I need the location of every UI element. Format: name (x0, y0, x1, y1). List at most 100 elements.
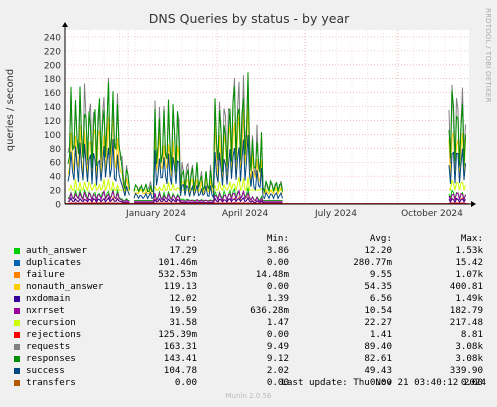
legend-label: rejections (26, 329, 82, 340)
legend-label: success (26, 365, 65, 376)
y-tick-label: 220 (44, 47, 61, 57)
legend-max: 1.53k (455, 245, 483, 256)
legend-row-requests: requests 163.31 9.49 89.40 3.08k (14, 341, 489, 353)
legend-swatch (14, 296, 20, 302)
legend-row-duplicates: duplicates 101.46m 0.00 280.77m 15.42 (14, 257, 489, 269)
legend-avg: 82.61 (364, 353, 392, 364)
legend-swatch (14, 320, 20, 326)
legend-max: 217.48 (449, 317, 483, 328)
legend-label: recursion (26, 317, 76, 328)
legend-header-avg: Avg: (369, 233, 392, 244)
legend-max: 400.81 (449, 281, 483, 292)
legend-cur: 0.00 (174, 377, 197, 388)
legend-avg: 49.43 (364, 365, 392, 376)
legend-swatch (14, 332, 20, 338)
legend-cur: 17.29 (169, 245, 197, 256)
legend-swatch (14, 284, 20, 290)
last-update: Last update: Thu Nov 21 03:40:12 2024 (281, 377, 486, 388)
y-tick-label: 120 (44, 117, 61, 127)
x-ticks: January 2024 April 2024 July 2024 October 2… (125, 209, 463, 219)
legend-avg: 10.54 (364, 305, 392, 316)
legend-row-nonauth_answer: nonauth_answer 119.13 0.00 54.35 400.81 (14, 281, 489, 293)
legend-avg: 9.55 (369, 269, 392, 280)
legend-swatch (14, 344, 20, 350)
rrdtool-credit: RRDTOOL / TOBI OETIKER (484, 8, 492, 103)
legend-row-nxrrset: nxrrset 19.59 636.28m 10.54 182.79 (14, 305, 489, 317)
legend-max: 15.42 (455, 257, 483, 268)
legend-header: Cur: Min: Avg: Max: (14, 233, 489, 245)
legend-row-failure: failure 532.53m 14.48m 9.55 1.07k (14, 269, 489, 281)
legend-label: transfers (26, 377, 76, 388)
legend-label: failure (26, 269, 65, 280)
legend-row-auth_answer: auth_answer 17.29 3.86 12.20 1.53k (14, 245, 489, 257)
legend-swatch (14, 308, 20, 314)
legend-max: 3.08k (455, 341, 483, 352)
legend-label: auth_answer (26, 245, 87, 256)
y-tick-label: 0 (55, 201, 61, 211)
x-tick-label: October 2024 (401, 209, 463, 219)
legend-swatch (14, 380, 20, 386)
y-tick-label: 20 (50, 187, 62, 197)
y-tick-label: 200 (44, 61, 61, 71)
legend-avg: 12.20 (364, 245, 392, 256)
chart: DNS Queries by status - by year queries … (5, 11, 476, 219)
y-tick-label: 40 (50, 173, 62, 183)
legend-max: 182.79 (449, 305, 483, 316)
legend-min: 14.48m (255, 269, 289, 280)
legend-cur: 12.02 (169, 293, 197, 304)
legend-header-max: Max: (460, 233, 483, 244)
y-tick-label: 100 (44, 131, 61, 141)
y-tick-label: 160 (44, 89, 61, 99)
legend-cur: 119.13 (163, 281, 197, 292)
legend-cur: 532.53m (158, 269, 197, 280)
legend-min: 2.02 (266, 365, 289, 376)
y-tick-label: 80 (50, 145, 62, 155)
legend-swatch (14, 248, 20, 254)
legend-swatch (14, 272, 20, 278)
legend-swatch (14, 368, 20, 374)
legend-avg: 22.27 (364, 317, 392, 328)
legend-min: 1.47 (266, 317, 289, 328)
legend-cur: 101.46m (158, 257, 197, 268)
legend-max: 1.07k (455, 269, 483, 280)
legend-min: 0.00 (266, 257, 289, 268)
legend-label: nonauth_answer (26, 281, 104, 292)
legend-avg: 89.40 (364, 341, 392, 352)
legend-header-min: Min: (266, 233, 289, 244)
chart-title: DNS Queries by status - by year (149, 11, 350, 26)
y-tick-label: 60 (50, 159, 62, 169)
legend-label: duplicates (26, 257, 82, 268)
x-tick-label: July 2024 (314, 209, 357, 219)
legend-label: requests (26, 341, 71, 352)
legend-max: 1.49k (455, 293, 483, 304)
legend-row-nxdomain: nxdomain 12.02 1.39 6.56 1.49k (14, 293, 489, 305)
y-axis-label: queries / second (5, 69, 16, 151)
y-tick-label: 180 (44, 75, 61, 85)
legend-swatch (14, 356, 20, 362)
legend-row-success: success 104.78 2.02 49.43 339.90 (14, 365, 489, 377)
legend-swatch (14, 260, 20, 266)
legend-label: responses (26, 353, 76, 364)
legend-label: nxrrset (26, 305, 65, 316)
munin-version: Munin 2.0.56 (225, 392, 272, 400)
legend-min: 9.49 (266, 341, 289, 352)
legend-avg: 1.41 (369, 329, 392, 340)
legend-avg: 6.56 (369, 293, 392, 304)
legend-min: 1.39 (266, 293, 289, 304)
legend-max: 339.90 (449, 365, 483, 376)
legend-header-cur: Cur: (174, 233, 197, 244)
legend-cur: 163.31 (163, 341, 197, 352)
legend-cur: 19.59 (169, 305, 197, 316)
legend-min: 0.00 (266, 329, 289, 340)
legend-max: 8.81 (460, 329, 483, 340)
legend-row-recursion: recursion 31.58 1.47 22.27 217.48 (14, 317, 489, 329)
legend-rows: auth_answer 17.29 3.86 12.20 1.53k duplicates… (14, 245, 489, 389)
legend-avg: 280.77m (353, 257, 392, 268)
legend-min: 0.00 (266, 281, 289, 292)
legend-cur: 104.78 (163, 365, 197, 376)
legend-cur: 143.41 (163, 353, 197, 364)
legend-min: 3.86 (266, 245, 289, 256)
y-tick-label: 240 (44, 33, 61, 43)
x-tick-label: April 2024 (222, 209, 269, 219)
y-ticks: 0 20 40 60 80 100 120 140 160 180 200 220 240 (44, 33, 61, 210)
